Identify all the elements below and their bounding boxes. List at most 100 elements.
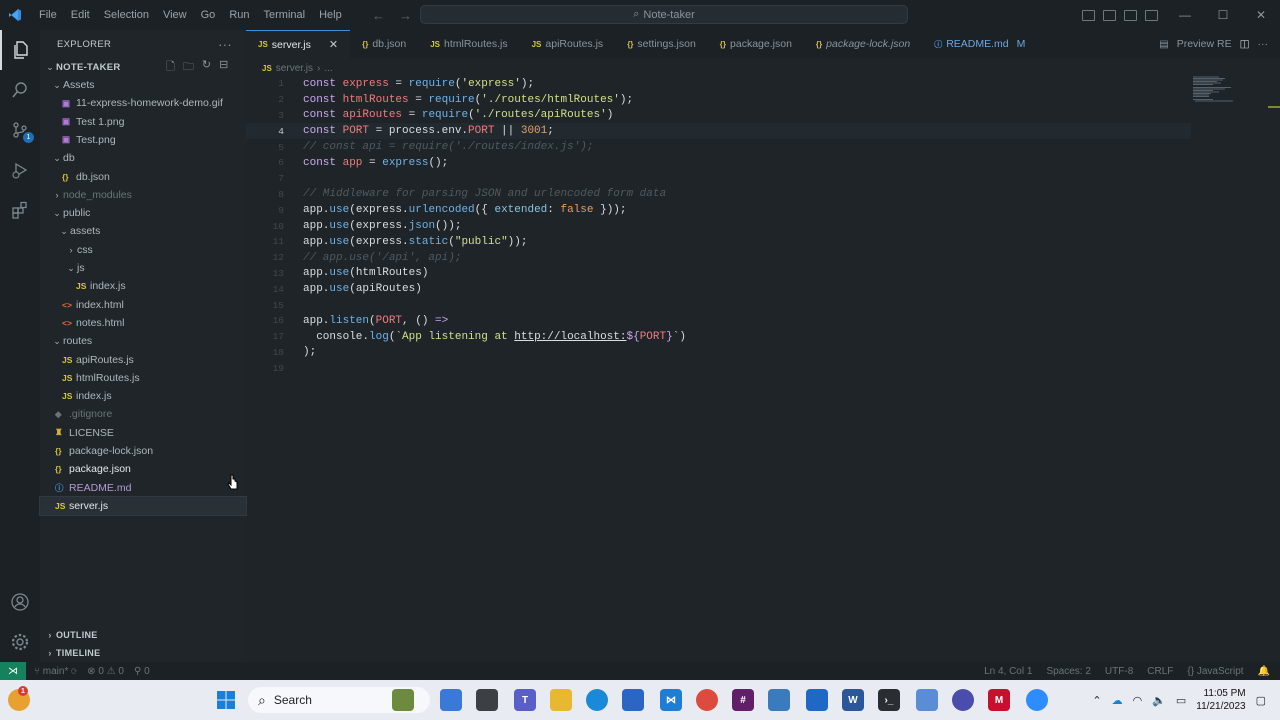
encoding[interactable]: UTF-8 bbox=[1105, 666, 1133, 677]
chrome-icon[interactable] bbox=[696, 689, 718, 711]
zoom-icon[interactable] bbox=[1026, 689, 1048, 711]
timeline-section[interactable]: › TIMELINE bbox=[40, 644, 246, 662]
tree-file[interactable]: ♜ LICENSE bbox=[40, 424, 246, 442]
run-debug-icon[interactable] bbox=[0, 150, 40, 190]
tree-folder[interactable]: ⌄ js bbox=[40, 259, 246, 277]
notification-center-icon[interactable]: ▢ bbox=[1256, 694, 1266, 707]
word-icon[interactable]: W bbox=[842, 689, 864, 711]
tab-readme-md[interactable]: ⓘ README.md M bbox=[922, 30, 1037, 58]
menu-edit[interactable]: Edit bbox=[64, 0, 97, 30]
code-line[interactable]: 8 // Middleware for parsing JSON and urle… bbox=[246, 187, 1191, 203]
menu-run[interactable]: Run bbox=[222, 0, 256, 30]
new-file-icon[interactable]: 🗋 bbox=[166, 58, 175, 77]
volume-icon[interactable]: 🔈 bbox=[1152, 694, 1166, 707]
tree-file[interactable]: ⓘ README.md bbox=[40, 479, 246, 497]
outline-section[interactable]: › OUTLINE bbox=[40, 626, 246, 644]
tree-folder[interactable]: ⌄ routes bbox=[40, 332, 246, 350]
mcafee-icon[interactable]: M bbox=[988, 689, 1010, 711]
collapse-all-icon[interactable]: ⊟ bbox=[219, 58, 228, 77]
edge-browser-icon[interactable] bbox=[586, 689, 608, 711]
search-view-icon[interactable] bbox=[0, 70, 40, 110]
refresh-icon[interactable]: ↻ bbox=[202, 58, 211, 77]
tree-file[interactable]: <> index.html bbox=[40, 296, 246, 314]
tab-apiroutes-js[interactable]: JS apiRoutes.js bbox=[520, 30, 616, 58]
menu-file[interactable]: File bbox=[32, 0, 64, 30]
tree-folder[interactable]: › node_modules bbox=[40, 186, 246, 204]
tree-file[interactable]: ▣ 11-express-homework-demo.gif bbox=[40, 94, 246, 112]
code-line[interactable]: 1 const express = require('express'); bbox=[246, 76, 1191, 92]
slack-icon[interactable]: # bbox=[732, 689, 754, 711]
tree-file[interactable]: JS htmlRoutes.js bbox=[40, 369, 246, 387]
ports-indicator[interactable]: ⚲ 0 bbox=[134, 666, 150, 677]
tree-file[interactable]: ◆ .gitignore bbox=[40, 405, 246, 423]
code-line[interactable]: 15 bbox=[246, 297, 1191, 313]
menu-go[interactable]: Go bbox=[194, 0, 223, 30]
accounts-icon[interactable] bbox=[0, 582, 40, 622]
copilot-icon[interactable] bbox=[440, 689, 462, 711]
close-tab-icon[interactable]: ✕ bbox=[329, 38, 338, 51]
cursor-position[interactable]: Ln 4, Col 1 bbox=[984, 666, 1032, 677]
wifi-icon[interactable]: ◠ bbox=[1133, 694, 1143, 707]
onedrive-icon[interactable]: ☁ bbox=[1112, 694, 1123, 707]
code-editor[interactable]: 1 const express = require('express'); 2 con… bbox=[246, 76, 1280, 662]
forward-arrow-icon[interactable]: → bbox=[399, 8, 412, 23]
new-folder-icon[interactable]: 🗀 bbox=[183, 58, 194, 77]
code-line[interactable]: 3 const apiRoutes = require('./routes/api… bbox=[246, 108, 1191, 124]
notifications-icon[interactable]: 🔔 bbox=[1258, 666, 1270, 677]
breadcrumb-rest[interactable]: ... bbox=[324, 63, 332, 74]
menu-terminal[interactable]: Terminal bbox=[257, 0, 313, 30]
toggle-primary-sidebar-icon[interactable] bbox=[1082, 9, 1095, 21]
tree-file[interactable]: <> notes.html bbox=[40, 314, 246, 332]
code-line[interactable]: 12 // app.use('/api', api); bbox=[246, 250, 1191, 266]
defender-icon[interactable] bbox=[806, 689, 828, 711]
tree-file[interactable]: JS server.js bbox=[39, 495, 247, 516]
widget-app-icon[interactable] bbox=[392, 689, 414, 711]
tab-server-js[interactable]: JS server.js ✕ bbox=[246, 30, 351, 58]
code-line[interactable]: 4 const PORT = process.env.PORT || 3001; bbox=[246, 123, 1191, 140]
tree-folder[interactable]: ⌄ assets bbox=[40, 222, 246, 240]
maximize-icon[interactable]: ☐ bbox=[1204, 0, 1242, 30]
tree-file[interactable]: {} package-lock.json bbox=[40, 442, 246, 460]
code-line[interactable]: 7 bbox=[246, 171, 1191, 187]
start-windows-icon[interactable] bbox=[215, 689, 237, 711]
tree-file[interactable]: {} db.json bbox=[40, 168, 246, 186]
extensions-icon[interactable] bbox=[0, 190, 40, 230]
settings-gear-icon[interactable] bbox=[0, 622, 40, 662]
source-control-icon[interactable]: 1 bbox=[0, 110, 40, 150]
tab-settings-json[interactable]: {} settings.json bbox=[615, 30, 708, 58]
command-center[interactable]: ⌕ Note-taker bbox=[420, 5, 908, 24]
toggle-panel-icon[interactable] bbox=[1103, 9, 1116, 21]
code-line[interactable]: 16 app.listen(PORT, () => bbox=[246, 313, 1191, 329]
customize-layout-icon[interactable] bbox=[1145, 9, 1158, 21]
terminal-icon[interactable]: ›_ bbox=[878, 689, 900, 711]
tree-file[interactable]: JS apiRoutes.js bbox=[40, 351, 246, 369]
end-of-line[interactable]: CRLF bbox=[1147, 666, 1173, 677]
tab-htmlroutes-js[interactable]: JS htmlRoutes.js bbox=[418, 30, 519, 58]
vscode-taskbar-icon[interactable]: ⋈ bbox=[660, 689, 682, 711]
branch-indicator[interactable]: ⑂ main* ⟳ bbox=[34, 666, 77, 677]
toggle-secondary-sidebar-icon[interactable] bbox=[1124, 9, 1137, 21]
tree-folder[interactable]: ⌄ Assets bbox=[40, 76, 246, 94]
code-line[interactable]: 14 app.use(apiRoutes) bbox=[246, 281, 1191, 297]
code-line[interactable]: 10 app.use(express.json()); bbox=[246, 218, 1191, 234]
tree-file[interactable]: ▣ Test.png bbox=[40, 131, 246, 149]
tree-file[interactable]: ▣ Test 1.png bbox=[40, 113, 246, 131]
code-line[interactable]: 18); bbox=[246, 345, 1191, 361]
more-actions-icon[interactable]: ··· bbox=[218, 37, 232, 52]
code-line[interactable]: 6 const app = express(); bbox=[246, 155, 1191, 171]
tab-package-lock-json[interactable]: {} package-lock.json bbox=[804, 30, 922, 58]
language-mode[interactable]: {} JavaScript bbox=[1187, 666, 1243, 677]
tree-folder[interactable]: ⌄ db bbox=[40, 149, 246, 167]
tree-file[interactable]: {} package.json bbox=[40, 460, 246, 478]
menu-view[interactable]: View bbox=[156, 0, 194, 30]
menu-selection[interactable]: Selection bbox=[97, 0, 156, 30]
code-line[interactable]: 11 app.use(express.static("public")); bbox=[246, 234, 1191, 250]
code-line[interactable]: 2 const htmlRoutes = require('./routes/ht… bbox=[246, 92, 1191, 108]
code-line[interactable]: 19 bbox=[246, 360, 1191, 376]
code-line[interactable]: 17 console.log(`App listening at http://… bbox=[246, 329, 1191, 345]
remote-desktop-icon[interactable] bbox=[768, 689, 790, 711]
tab-db-json[interactable]: {} db.json bbox=[350, 30, 418, 58]
store-icon[interactable] bbox=[622, 689, 644, 711]
code-line[interactable]: 9 app.use(express.urlencoded({ extended: … bbox=[246, 202, 1191, 218]
preview-tab[interactable]: Preview RE bbox=[1177, 38, 1232, 50]
